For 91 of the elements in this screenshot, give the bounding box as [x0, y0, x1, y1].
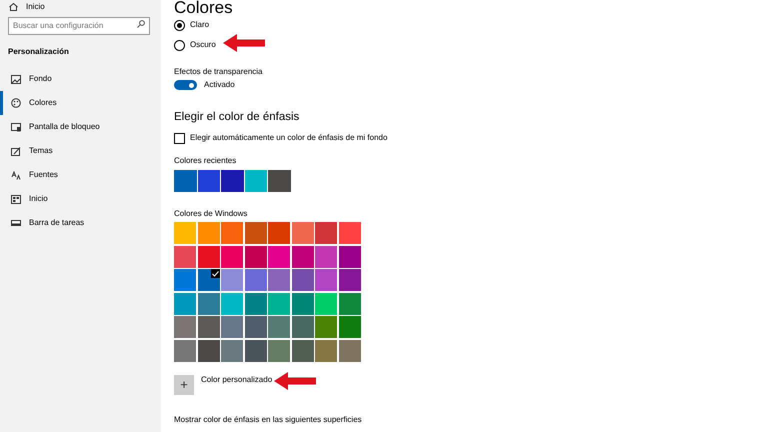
setting-label: Efectos de transparencia — [174, 66, 262, 76]
color-swatch[interactable] — [292, 340, 314, 362]
sidebar-item[interactable]: Colores — [0, 91, 161, 115]
palette-icon — [11, 98, 21, 108]
color-swatch[interactable] — [268, 292, 290, 314]
sidebar-item[interactable]: Temas — [0, 139, 161, 163]
color-swatch[interactable] — [268, 246, 290, 268]
color-swatch[interactable] — [315, 222, 337, 244]
color-swatch[interactable] — [338, 316, 360, 338]
section-heading: Elegir el color de énfasis — [174, 110, 300, 124]
color-swatch[interactable] — [221, 170, 244, 192]
color-swatch[interactable] — [338, 340, 360, 362]
color-swatch[interactable] — [174, 292, 196, 314]
checkmark-icon — [212, 270, 218, 276]
picture-icon — [11, 74, 21, 84]
color-swatch[interactable] — [174, 316, 196, 338]
checkbox-label[interactable]: Elegir automáticamente un color de énfasis de mi fondo — [190, 133, 388, 143]
color-swatch[interactable] — [292, 222, 314, 244]
toggle-state: Activado — [204, 80, 235, 90]
color-swatch[interactable] — [315, 316, 337, 338]
toggle-switch[interactable] — [174, 80, 197, 90]
color-swatch[interactable] — [221, 340, 243, 362]
color-swatch[interactable] — [244, 222, 266, 244]
color-swatch[interactable] — [221, 292, 243, 314]
home-link[interactable]: Inicio — [26, 2, 45, 12]
color-swatch[interactable] — [198, 269, 220, 291]
color-swatch[interactable] — [268, 340, 290, 362]
color-swatch[interactable] — [174, 246, 196, 268]
color-swatch[interactable] — [292, 292, 314, 314]
color-swatch[interactable] — [244, 246, 266, 268]
color-swatch[interactable] — [221, 222, 243, 244]
color-swatch[interactable] — [174, 340, 196, 362]
start-icon — [11, 194, 21, 204]
color-swatch[interactable] — [244, 292, 266, 314]
search-field[interactable]: Buscar una configuración — [8, 16, 150, 34]
color-swatch[interactable] — [338, 246, 360, 268]
page-title: Colores — [174, 0, 233, 18]
color-swatch[interactable] — [268, 170, 290, 192]
color-swatch[interactable] — [198, 222, 220, 244]
lock-screen-icon — [11, 122, 21, 132]
color-swatch[interactable] — [268, 269, 290, 291]
taskbar-icon — [11, 220, 21, 226]
color-swatch[interactable] — [198, 316, 220, 338]
color-swatch[interactable] — [315, 292, 337, 314]
brush-icon — [11, 146, 21, 156]
color-swatch[interactable] — [315, 246, 337, 268]
sidebar-item[interactable]: Fuentes — [0, 163, 161, 187]
sidebar-item[interactable]: Inicio — [0, 187, 161, 211]
color-swatch[interactable] — [221, 316, 243, 338]
color-swatch[interactable] — [244, 170, 267, 192]
radio-label[interactable]: Oscuro — [190, 40, 216, 50]
color-swatch[interactable] — [244, 340, 266, 362]
color-swatch[interactable] — [198, 292, 220, 314]
sidebar-item[interactable]: Barra de tareas — [0, 211, 161, 235]
radio-button[interactable] — [174, 40, 185, 50]
font-icon — [11, 170, 21, 180]
color-swatch[interactable] — [174, 170, 196, 192]
custom-color-link[interactable]: Color personalizado — [201, 374, 272, 384]
color-swatch[interactable] — [174, 222, 196, 244]
home-icon — [9, 2, 18, 10]
add-color-button[interactable]: + — [174, 374, 194, 394]
surfaces-label: Mostrar color de énfasis en las siguientes superficies — [174, 415, 362, 424]
color-swatch[interactable] — [198, 246, 220, 268]
sidebar-item[interactable]: Pantalla de bloqueo — [0, 115, 161, 139]
color-swatch[interactable] — [268, 316, 290, 338]
color-swatch[interactable] — [315, 340, 337, 362]
color-swatch[interactable] — [292, 246, 314, 268]
search-icon — [137, 20, 145, 28]
color-swatch[interactable] — [338, 222, 360, 244]
color-swatch[interactable] — [268, 222, 290, 244]
color-swatch[interactable] — [338, 292, 360, 314]
pointer-arrow — [223, 34, 265, 52]
color-swatch[interactable] — [198, 170, 220, 192]
radio-label[interactable]: Claro — [190, 20, 210, 30]
color-swatch[interactable] — [292, 316, 314, 338]
color-swatch[interactable] — [292, 269, 314, 291]
color-swatch[interactable] — [174, 269, 196, 291]
sidebar-item[interactable]: Fondo — [0, 67, 161, 91]
color-swatch[interactable] — [198, 340, 220, 362]
color-swatch[interactable] — [338, 269, 360, 291]
recent-colors-label: Colores recientes — [174, 156, 236, 166]
color-swatch[interactable] — [221, 246, 243, 268]
color-swatch[interactable] — [244, 269, 266, 291]
color-swatch[interactable] — [315, 269, 337, 291]
windows-colors-label: Colores de Windows — [174, 208, 248, 218]
pointer-arrow — [274, 372, 316, 390]
section-heading: Personalización — [8, 47, 69, 56]
checkbox[interactable] — [174, 132, 185, 144]
color-swatch[interactable] — [221, 269, 243, 291]
radio-button[interactable] — [174, 20, 185, 30]
color-swatch[interactable] — [244, 316, 266, 338]
